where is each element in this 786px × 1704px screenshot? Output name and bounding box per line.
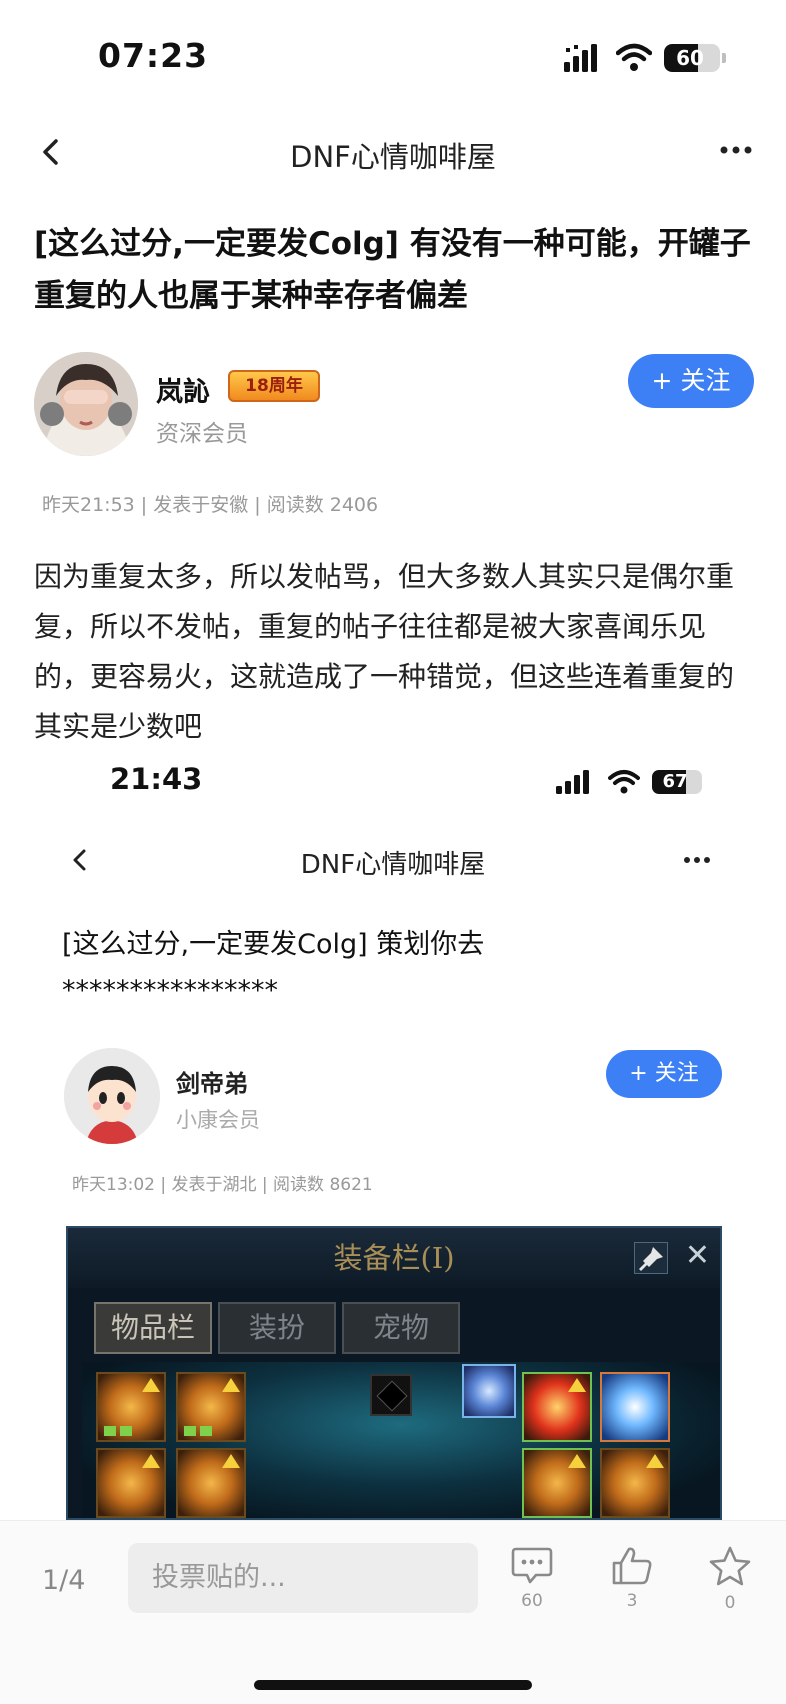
embedded-author-name: 剑帝弟 bbox=[176, 1070, 248, 1098]
equipment-slot bbox=[176, 1372, 246, 1442]
post-body: 因为重复太多，所以发帖骂，但大多数人其实只是偶尔重复，所以不发帖，重复的帖子往往… bbox=[34, 560, 735, 743]
embedded-more-options-icon bbox=[684, 857, 710, 863]
embedded-wifi-icon bbox=[608, 770, 640, 794]
embedded-cellular-signal-icon bbox=[556, 770, 589, 794]
like-count: 3 bbox=[626, 1591, 638, 1611]
status-bar: 07:23 60 bbox=[0, 0, 786, 112]
equipment-slot bbox=[522, 1372, 592, 1442]
favorite-button[interactable]: 0 bbox=[698, 1545, 762, 1613]
embedded-avatar-image bbox=[64, 1048, 160, 1144]
thumbs-up-icon bbox=[612, 1547, 652, 1585]
game-tab-costume: 装扮 bbox=[218, 1302, 336, 1354]
comment-button[interactable]: 60 bbox=[500, 1545, 564, 1611]
center-gem-slot bbox=[370, 1374, 412, 1416]
equipment-slot bbox=[522, 1448, 592, 1518]
battery-tip bbox=[722, 53, 726, 63]
battery-level: 60 bbox=[676, 46, 704, 70]
more-options-icon[interactable] bbox=[716, 138, 756, 162]
equipment-slot bbox=[176, 1448, 246, 1518]
comment-icon bbox=[511, 1547, 553, 1584]
post-title: [这么过分,一定要发Colg] 有没有一种可能，开罐子重复的人也属于某种幸存者偏… bbox=[34, 226, 751, 314]
author-level: 资深会员 bbox=[156, 421, 248, 447]
equipment-slot bbox=[600, 1372, 670, 1442]
comment-count: 60 bbox=[521, 1591, 543, 1611]
favorite-count: 0 bbox=[724, 1593, 736, 1613]
author-row: 岚訫 18周年 资深会员 + 关注 bbox=[34, 352, 754, 462]
embedded-status-time: 21:43 bbox=[110, 762, 203, 796]
home-indicator[interactable] bbox=[254, 1680, 532, 1690]
wifi-icon bbox=[616, 43, 652, 71]
embedded-post-title-line-2: **************** bbox=[62, 975, 278, 1006]
follow-button[interactable]: + 关注 bbox=[628, 354, 754, 408]
bottom-action-bar: 1/4 投票贴的... 60 3 0 bbox=[0, 1520, 786, 1704]
like-button[interactable]: 3 bbox=[600, 1545, 664, 1611]
embedded-screenshot[interactable]: 21:43 67 DNF心情咖啡屋 [这么过分,一定要发Colg] 策划你去 *… bbox=[0, 740, 786, 1520]
embedded-battery-level: 67 bbox=[662, 771, 688, 792]
game-window-title: 装备栏(I) bbox=[68, 1228, 720, 1288]
post-meta: 昨天21:53 | 发表于安徽 | 阅读数 2406 bbox=[42, 494, 379, 516]
game-tab-items: 物品栏 bbox=[94, 1302, 212, 1354]
avatar[interactable] bbox=[34, 352, 138, 456]
embedded-avatar bbox=[64, 1048, 160, 1144]
game-tab-pet: 宠物 bbox=[342, 1302, 460, 1354]
pin-icon bbox=[634, 1242, 668, 1274]
equipment-slot bbox=[600, 1448, 670, 1518]
equipment-slot bbox=[96, 1448, 166, 1518]
equipment-slot bbox=[462, 1364, 516, 1418]
game-equipment-window: 装备栏(I) ✕ 物品栏 装扮 宠物 bbox=[66, 1226, 722, 1520]
cellular-signal-icon bbox=[564, 44, 597, 72]
embedded-post-title-line-1: [这么过分,一定要发Colg] 策划你去 bbox=[62, 929, 485, 960]
top-nav: DNF心情咖啡屋 bbox=[0, 118, 786, 188]
star-icon bbox=[709, 1546, 751, 1586]
author-name[interactable]: 岚訫 bbox=[156, 370, 210, 409]
avatar-image bbox=[34, 352, 138, 456]
embedded-post-title: [这么过分,一定要发Colg] 策划你去 **************** bbox=[62, 922, 702, 1014]
anniversary-badge: 18周年 bbox=[228, 370, 320, 402]
page-indicator[interactable]: 1/4 bbox=[42, 1565, 85, 1596]
embedded-author-level: 小康会员 bbox=[176, 1108, 260, 1132]
page-title: DNF心情咖啡屋 bbox=[290, 140, 496, 174]
battery-icon: 60 bbox=[664, 44, 720, 72]
game-close-icon: ✕ bbox=[684, 1238, 710, 1273]
equipment-panel bbox=[82, 1362, 720, 1518]
status-time: 07:23 bbox=[98, 36, 209, 75]
embedded-page-title: DNF心情咖啡屋 bbox=[300, 850, 486, 880]
embedded-battery-icon: 67 bbox=[652, 770, 702, 794]
embedded-follow-button: + 关注 bbox=[606, 1050, 722, 1098]
comment-input[interactable]: 投票贴的... bbox=[128, 1543, 478, 1613]
equipment-slot bbox=[96, 1372, 166, 1442]
embedded-post-meta: 昨天13:02 | 发表于湖北 | 阅读数 8621 bbox=[72, 1175, 373, 1195]
